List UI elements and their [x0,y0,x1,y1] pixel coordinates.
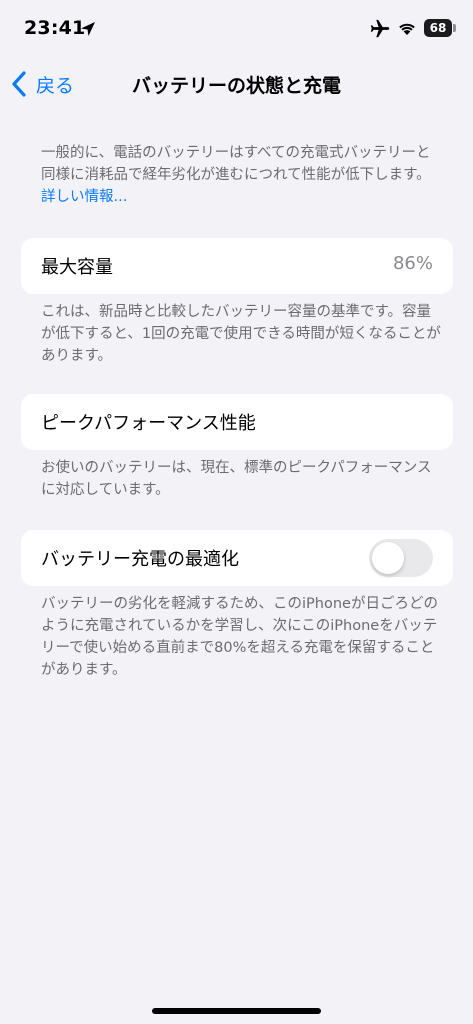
toggle-knob [372,542,404,574]
max-capacity-label: 最大容量 [41,257,113,278]
airplane-icon [370,19,390,38]
optimized-charging-label: バッテリー充電の最適化 [41,549,239,570]
location-icon [81,22,95,36]
home-indicator[interactable] [152,1008,321,1014]
intro-text: 一般的に、電話のバッテリーはすべての充電式バッテリーと同様に消耗品で経年劣化が進… [41,142,441,208]
status-time: 23:41 [24,17,86,39]
peak-performance-row: ピークパフォーマンス性能 [21,394,453,450]
learn-more-link[interactable]: 詳しい情報... [41,189,127,205]
navigation-bar: 戻る バッテリーの状態と充電 [0,56,473,112]
intro-body: 一般的に、電話のバッテリーはすべての充電式バッテリーと同様に消耗品で経年劣化が進… [41,145,431,183]
battery-tip [453,24,456,32]
peak-performance-footnote: お使いのバッテリーは、現在、標準のピークパフォーマンスに対応しています。 [41,460,432,498]
status-bar: 23:41 68 [0,0,473,54]
optimized-charging-row: バッテリー充電の最適化 [21,530,453,586]
peak-performance-label: ピークパフォーマンス性能 [41,413,256,434]
max-capacity-value: 86% [392,253,433,274]
battery-icon: 68 [424,19,452,37]
page-title: バッテリーの状態と充電 [131,75,341,97]
max-capacity-row: 最大容量 86% [21,238,453,294]
wifi-icon [399,23,415,35]
max-capacity-footnote: これは、新品時と比較したバッテリー容量の基準です。容量が低下すると、1回の充電で… [41,304,441,364]
optimized-charging-toggle[interactable] [369,539,433,577]
optimized-charging-footnote: バッテリーの劣化を軽減するため、このiPhoneが日ごろどのように充電されている… [41,596,438,678]
